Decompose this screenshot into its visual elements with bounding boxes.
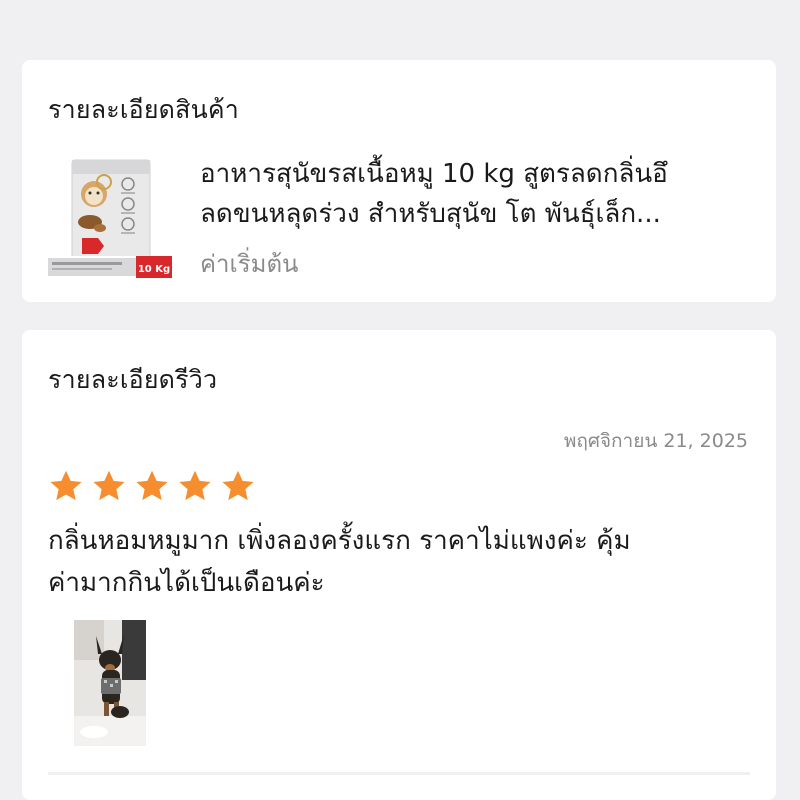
review-detail-card: รายละเอียดรีวิว พฤศจิกายน 21, 2025 กลิ่น… [22,330,776,800]
star-icon [222,470,254,501]
review-photo[interactable] [74,620,146,746]
review-section-title: รายละเอียดรีวิว [48,365,218,394]
product-section-title: รายละเอียดสินค้า [48,95,240,124]
product-name-line-2: ลดขนหลุดร่วง สำหรับสุนัข โต พันธุ์เล็ก..… [200,199,661,229]
review-date: พฤศจิกายน 21, 2025 [563,430,748,452]
product-price-label: ค่าเริ่มต้น [200,250,299,278]
review-text-line-2: ค่ามากกินได้เป็นเดือนค่ะ [48,568,325,598]
product-image[interactable]: 10 Kg [46,156,174,280]
product-name-line-1: อาหารสุนัขรสเนื้อหมู 10 kg สูตรลดกลิ่นอึ [200,159,668,189]
review-divider [48,772,750,775]
product-weight-badge: 10 Kg [138,264,170,275]
product-detail-card: รายละเอียดสินค้า 10 Kg อาหารสุนัขรสเนื้อ… [22,60,776,302]
star-rating [48,468,256,504]
star-icon [50,470,82,501]
product-name[interactable]: อาหารสุนัขรสเนื้อหมู 10 kg สูตรลดกลิ่นอึ… [200,154,760,234]
star-icon [179,470,211,501]
star-icon [93,470,125,501]
review-text: กลิ่นหอมหมูมาก เพิ่งลองครั้งแรก ราคาไม่แ… [48,520,758,604]
review-text-line-1: กลิ่นหอมหมูมาก เพิ่งลองครั้งแรก ราคาไม่แ… [48,526,631,556]
star-icon [136,470,168,501]
review-detail-page: รายละเอียดสินค้า 10 Kg อาหารสุนัขรสเนื้อ… [0,0,800,800]
